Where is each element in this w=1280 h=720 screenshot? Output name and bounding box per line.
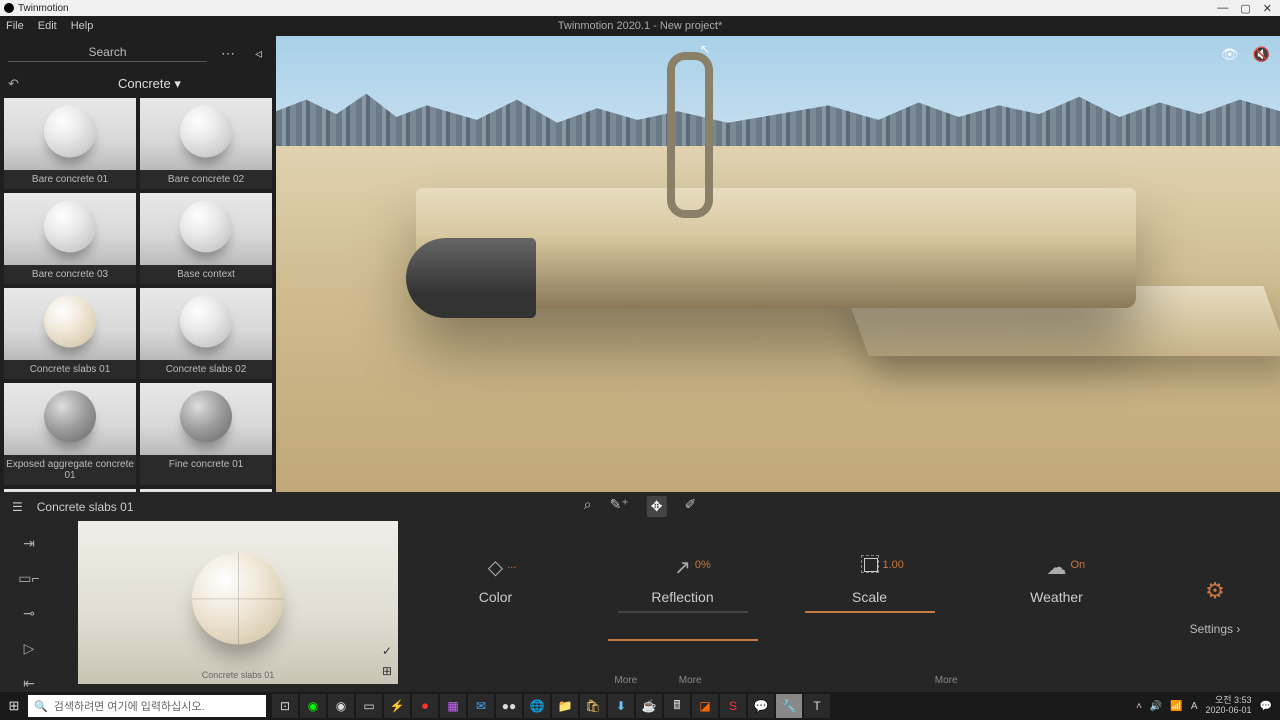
preview-label: Concrete slabs 01 — [202, 670, 275, 680]
prop-reflection[interactable]: ↗0% Reflection — [608, 555, 758, 641]
more-options-icon[interactable]: ⋯ — [215, 45, 241, 62]
collapse-panel-icon[interactable]: ◃ — [249, 45, 268, 62]
scene-pylon — [651, 52, 713, 212]
paint-bucket-icon: ◇... — [488, 555, 503, 583]
notifications-icon[interactable]: 💬 — [1260, 701, 1272, 712]
tray-lang[interactable]: A — [1191, 701, 1198, 712]
tray-chevron-icon[interactable]: ˄ — [1136, 701, 1142, 712]
app-icon[interactable]: ◪ — [692, 694, 718, 718]
window-title: Twinmotion — [18, 3, 69, 14]
hamburger-icon[interactable]: ☰ — [12, 500, 23, 514]
tray-icon[interactable]: 🔊 — [1150, 701, 1162, 712]
app-icon[interactable]: ⚡ — [384, 694, 410, 718]
document-title: Twinmotion 2020.1 - New project* — [558, 20, 722, 32]
windows-taskbar: ⊞ 🔍 검색하려면 여기에 입력하십시오. ⊡ ◉ ◉ ▭ ⚡ ⏺ ▦ ✉ ●●… — [0, 692, 1280, 720]
prop-weather[interactable]: ☁On Weather — [982, 555, 1132, 605]
taskbar-clock[interactable]: 오전 3:53 2020-06-01 — [1206, 696, 1252, 716]
window-titlebar: Twinmotion — ▢ ✕ — [0, 0, 1280, 16]
window-min-button[interactable]: — — [1217, 2, 1228, 15]
selected-material-name: Concrete slabs 01 — [37, 500, 134, 514]
app-icon[interactable]: ⏺ — [412, 694, 438, 718]
app-icon[interactable]: ▦ — [440, 694, 466, 718]
dock-panel: ☰ Concrete slabs 01 ⌕ ✎⁺ ✥ ✐ ⇥ ▭⌐ ⊸ ▷ ⇤ … — [0, 492, 1280, 692]
sliders-icon: ⚙ — [1205, 578, 1225, 604]
material-item[interactable]: Fine concrete 01 — [140, 383, 272, 485]
taskbar-search[interactable]: 🔍 검색하려면 여기에 입력하십시오. — [28, 695, 266, 717]
menu-file[interactable]: File — [6, 20, 24, 32]
grid-view-icon[interactable]: ⊞ — [382, 664, 392, 678]
viewport-3d[interactable]: ↖ 👁 🔇 — [276, 36, 1280, 492]
menubar: File Edit Help Twinmotion 2020.1 - New p… — [0, 16, 1280, 36]
window-max-button[interactable]: ▢ — [1240, 2, 1250, 15]
app-icon[interactable]: 🔧 — [776, 694, 802, 718]
app-icon — [4, 3, 14, 13]
material-item[interactable]: Concrete slabs 02 — [140, 288, 272, 379]
scene-slab — [416, 188, 1136, 308]
app-icon[interactable]: S — [720, 694, 746, 718]
scale-icon: 1.00 — [861, 555, 879, 583]
search-icon: 🔍 — [34, 700, 48, 713]
app-icon[interactable]: 💬 — [748, 694, 774, 718]
viewport-toolbar: ⌕ ✎⁺ ✥ ✐ — [584, 496, 696, 517]
app-icon[interactable]: ◉ — [328, 694, 354, 718]
material-item[interactable]: Bare concrete 01 — [4, 98, 136, 189]
media-tab-icon[interactable]: ▷ — [24, 640, 35, 657]
match-tool-icon[interactable]: ⌕ — [584, 496, 592, 517]
material-item[interactable]: Base context — [140, 193, 272, 284]
window-close-button[interactable]: ✕ — [1263, 2, 1272, 15]
app-icon[interactable]: ▭ — [356, 694, 382, 718]
context-tab-icon[interactable]: ▭⌐ — [18, 570, 39, 587]
app-icon[interactable]: ⬇ — [608, 694, 634, 718]
audio-icon[interactable]: 🔇 — [1253, 46, 1270, 63]
app-icon[interactable]: ☕ — [636, 694, 662, 718]
app-icon[interactable]: ◉ — [300, 694, 326, 718]
apply-check-icon[interactable]: ✓ — [382, 644, 392, 658]
material-item[interactable]: Bare concrete 03 — [4, 193, 136, 284]
app-icon[interactable]: ✉ — [468, 694, 494, 718]
more-button[interactable]: More — [614, 675, 637, 686]
app-icon[interactable]: 📁 — [552, 694, 578, 718]
material-grid[interactable]: Bare concrete 01 Bare concrete 02 Bare c… — [0, 98, 276, 492]
system-tray[interactable]: ˄ 🔊 📶 A 오전 3:53 2020-06-01 💬 — [1128, 696, 1280, 716]
weather-icon: ☁On — [1047, 555, 1067, 583]
visibility-icon[interactable]: 👁 — [1221, 46, 1239, 63]
nature-tab-icon[interactable]: ⊸ — [23, 605, 35, 622]
prop-scale[interactable]: 1.00 Scale — [795, 555, 945, 613]
cursor-icon: ↖ — [700, 42, 710, 56]
material-item[interactable]: Exposed aggregate concrete 01 — [4, 383, 136, 485]
material-properties: ◇... Color ↗0% Reflection 1.00 Scale ☁On… — [402, 521, 1150, 692]
more-button[interactable]: More — [935, 675, 958, 686]
app-icon[interactable]: 🛍 — [580, 694, 606, 718]
edit-tool-icon[interactable]: ✎⁺ — [610, 496, 629, 517]
start-button[interactable]: ⊞ — [0, 698, 28, 714]
search-input[interactable]: Search — [8, 45, 207, 62]
app-icon[interactable]: 🖩 — [664, 694, 690, 718]
category-dropdown[interactable]: Concrete ▾ — [118, 76, 181, 92]
back-icon[interactable]: ↶ — [8, 76, 19, 92]
reflection-icon: ↗0% — [674, 555, 691, 583]
eyedropper-icon[interactable]: ✐ — [684, 496, 696, 517]
material-preview[interactable]: Concrete slabs 01 ✓ ⊞ — [78, 521, 398, 684]
app-icon[interactable]: T — [804, 694, 830, 718]
tray-icon[interactable]: 📶 — [1170, 701, 1182, 712]
app-icon[interactable]: ●● — [496, 694, 522, 718]
prop-color[interactable]: ◇... Color — [421, 555, 571, 605]
settings-button[interactable]: ⚙ Settings › — [1150, 521, 1280, 692]
more-button[interactable]: More — [679, 675, 702, 686]
menu-help[interactable]: Help — [71, 20, 94, 32]
material-item[interactable]: Concrete slabs 01 — [4, 288, 136, 379]
import-tab-icon[interactable]: ⇥ — [23, 535, 35, 552]
app-icon[interactable]: 🌐 — [524, 694, 550, 718]
menu-edit[interactable]: Edit — [38, 20, 57, 32]
dock-tabs: ⇥ ▭⌐ ⊸ ▷ ⇤ — [0, 521, 58, 692]
taskview-icon[interactable]: ⊡ — [272, 694, 298, 718]
move-tool-icon[interactable]: ✥ — [647, 496, 667, 517]
material-sidebar: Search ⋯ ◃ ↶ Concrete ▾ Bare concrete 01… — [0, 36, 276, 492]
material-item[interactable]: Bare concrete 02 — [140, 98, 272, 189]
export-tab-icon[interactable]: ⇤ — [23, 675, 35, 692]
